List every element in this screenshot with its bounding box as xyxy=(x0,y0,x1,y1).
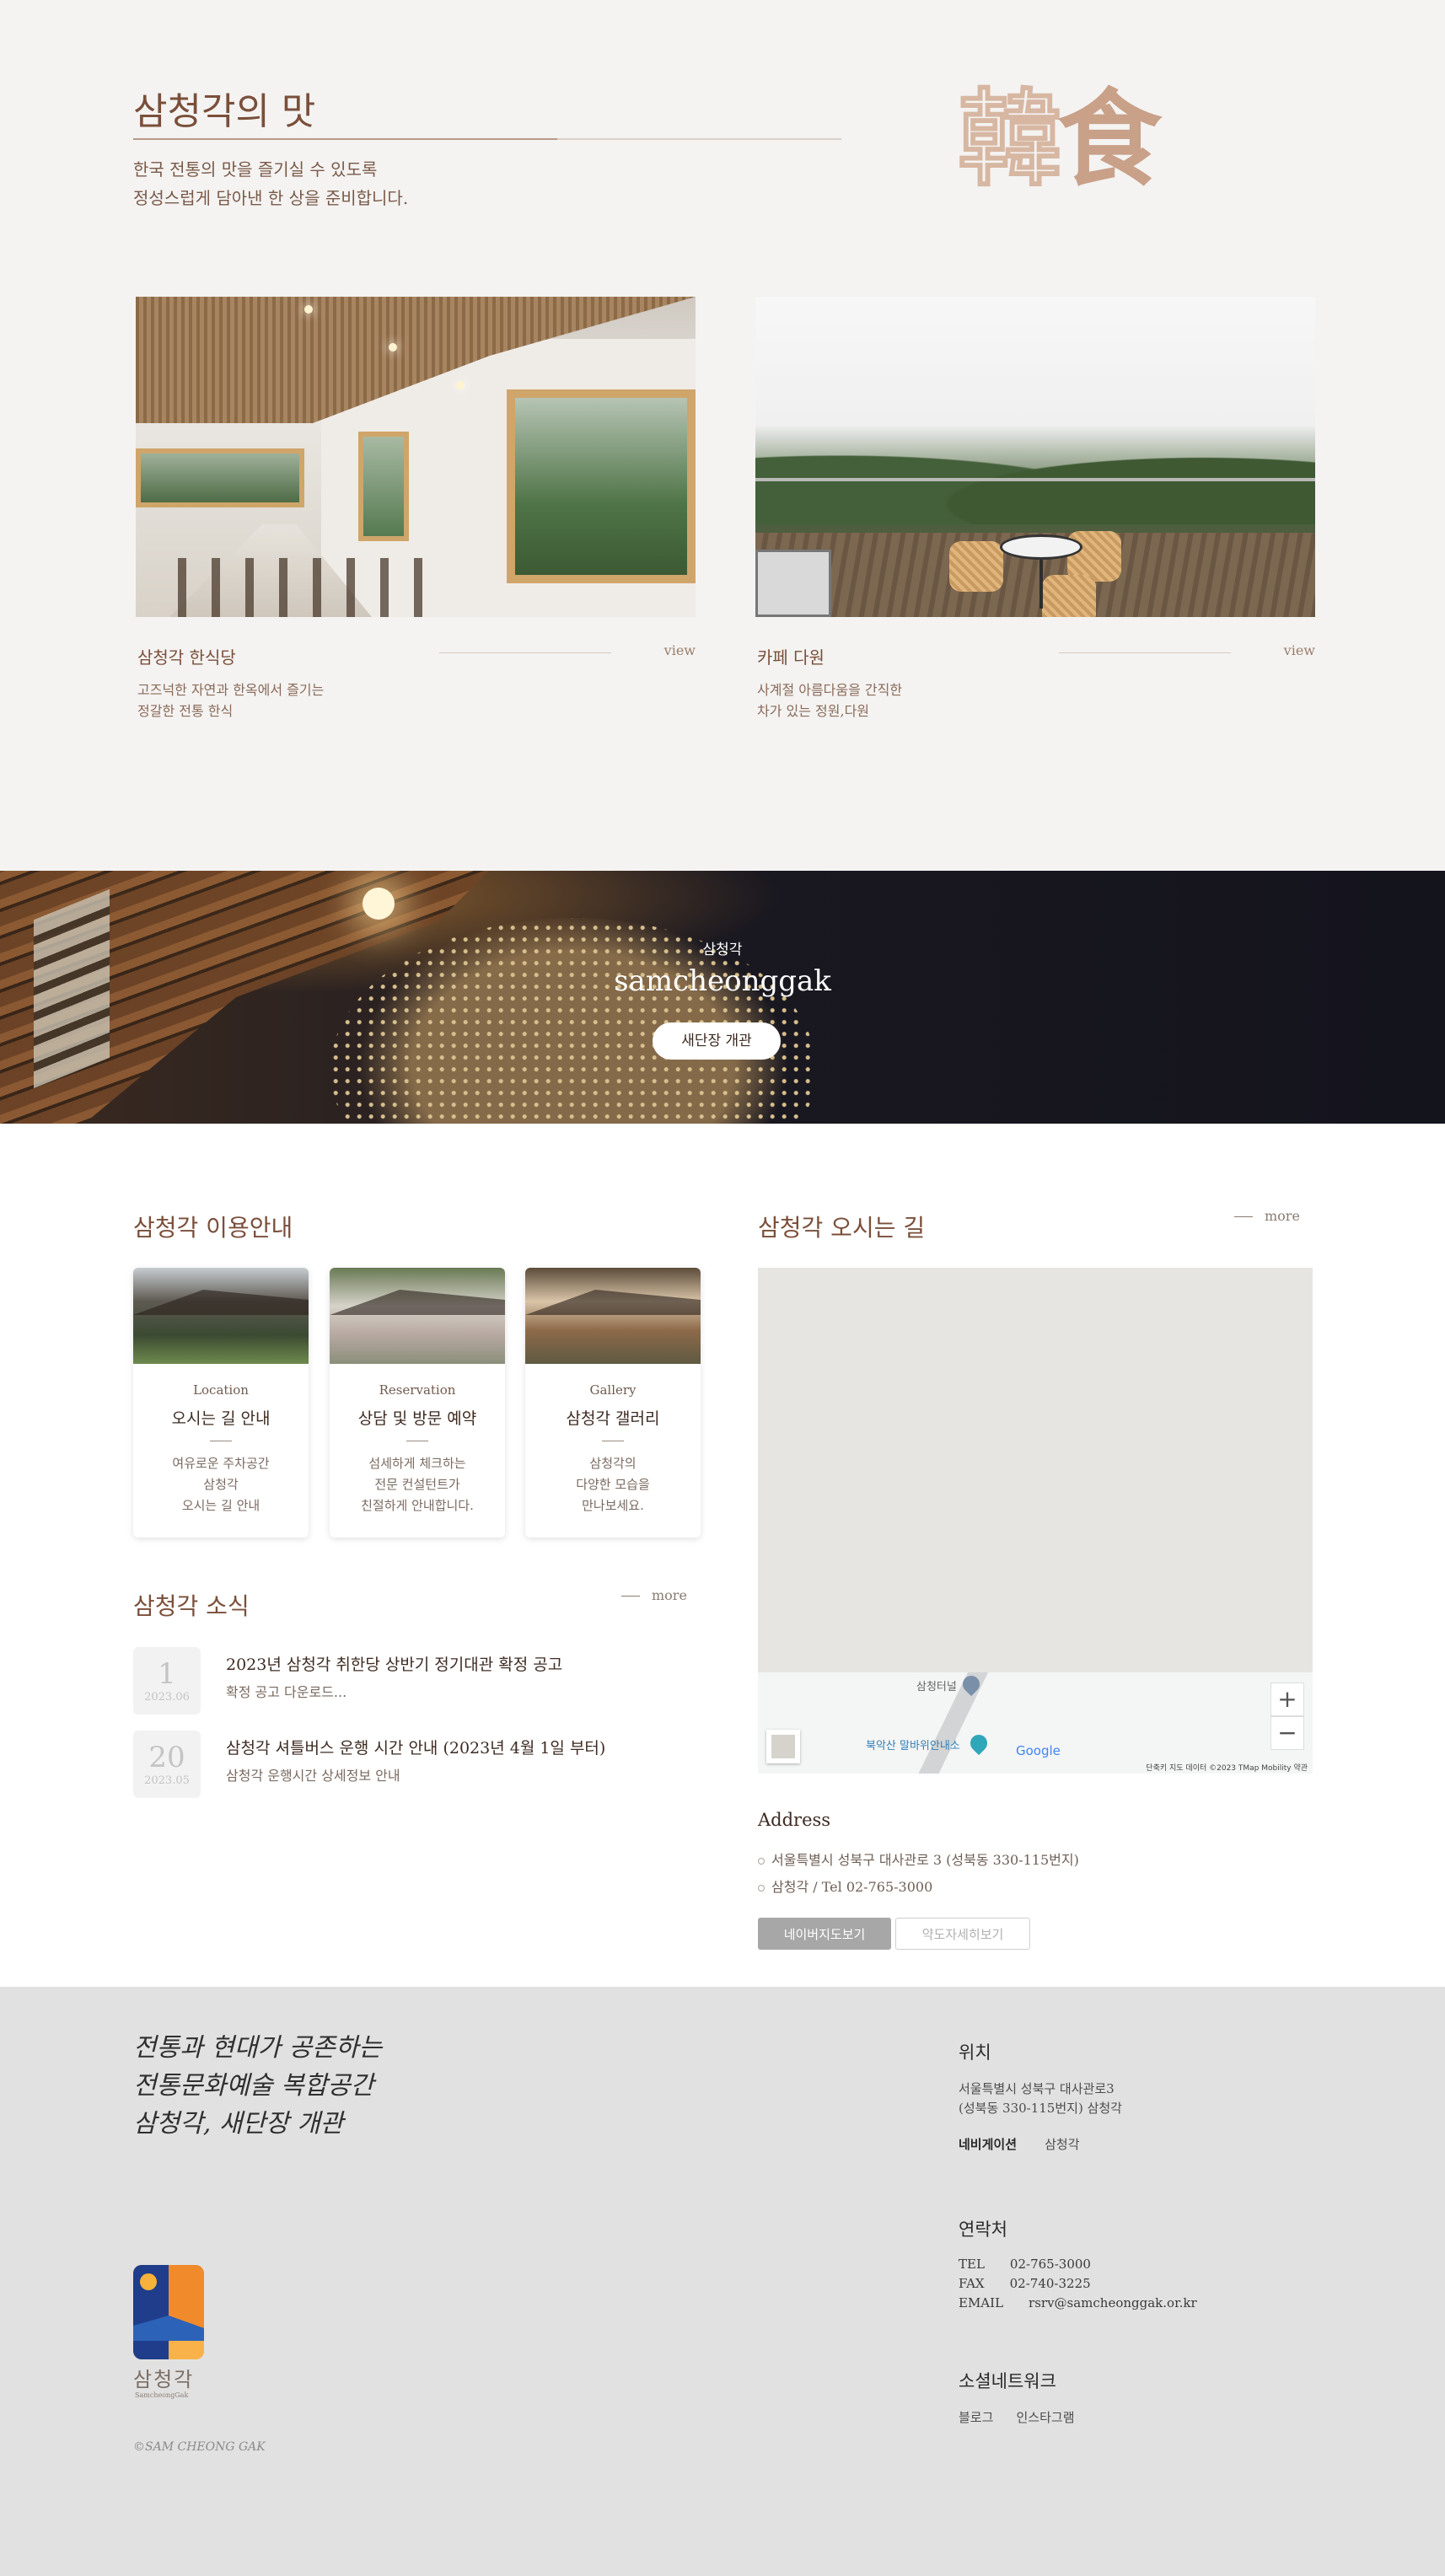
blog-link[interactable]: 블로그 xyxy=(959,2410,993,2425)
info-section: 삼청각 이용안내 Location 오시는 길 안내 여유로운 주차공간 삼청각… xyxy=(0,1124,1445,1987)
footer-slogan: 전통과 현대가 공존하는 전통문화예술 복합공간 삼청각, 새단장 개관 xyxy=(133,2033,383,2139)
fax-label: FAX xyxy=(959,2276,985,2291)
site-footer: 전통과 현대가 공존하는 전통문화예술 복합공간 삼청각, 새단장 개관 삼청각… xyxy=(0,1987,1445,2576)
reservation-description: 섬세하게 체크하는 전문 컨설턴트가 친절하게 안내합니다. xyxy=(361,1456,474,1513)
taste-title: 삼청각의 맛 xyxy=(133,90,316,133)
cafe-view-link[interactable]: view xyxy=(1284,642,1315,658)
news-day: 1 xyxy=(158,1657,176,1691)
card-rule xyxy=(439,652,611,653)
taste-description: 한국 전통의 맛을 즐기실 수 있도록 정성스럽게 담아낸 한 상을 준비합니다… xyxy=(133,159,409,208)
gallery-photo xyxy=(525,1268,701,1364)
samcheonggak-logo[interactable] xyxy=(133,2265,204,2359)
location-photo xyxy=(133,1268,309,1364)
reopening-banner: 삼청각 samcheonggak 새단장 개관 xyxy=(0,871,1445,1124)
location-card[interactable]: Location 오시는 길 안내 여유로운 주차공간 삼청각 오시는 길 안내 xyxy=(133,1268,309,1538)
taste-section: 삼청각의 맛 한국 전통의 맛을 즐기실 수 있도록 정성스럽게 담아낸 한 상… xyxy=(0,0,1445,871)
location-title: 오시는 길 안내 xyxy=(171,1409,271,1428)
social-heading: 소셜네트워크 xyxy=(959,2371,1056,2391)
news-day: 20 xyxy=(148,1741,185,1774)
news-more-link[interactable]: more xyxy=(621,1587,687,1603)
location-text: 서울특별시 성북구 대사관로3 (성북동 330-115번지) 삼청각 xyxy=(959,2081,1122,2116)
news-title: 삼청각 소식 xyxy=(133,1592,250,1620)
naver-map-button[interactable]: 네이버지도보기 xyxy=(758,1918,891,1950)
tel-value[interactable]: 02-765-3000 xyxy=(1010,2257,1091,2272)
email-value[interactable]: rsrv@samcheonggak.or.kr xyxy=(1029,2295,1197,2310)
map-attribution[interactable]: 단축키 지도 데이터 ©2023 TMap Mobility 약관 xyxy=(1146,1762,1308,1773)
news-headline[interactable]: 2023년 삼청각 취한당 상반기 정기대관 확정 공고 xyxy=(226,1652,562,1675)
instagram-link[interactable]: 인스타그램 xyxy=(1017,2410,1075,2425)
cafe-description: 사계절 아름다움을 간직한 차가 있는 정원,다원 xyxy=(757,682,903,719)
address-heading: Address xyxy=(758,1810,831,1830)
gallery-title: 삼청각 갤러리 xyxy=(566,1409,660,1428)
directions-title: 삼청각 오시는 길 xyxy=(758,1214,926,1242)
copyright: ©SAM CHEONG GAK xyxy=(133,2440,266,2454)
tel-label: TEL xyxy=(959,2257,985,2272)
social-links: 블로그 인스타그램 xyxy=(959,2408,1093,2426)
news-summary: 삼청각 운행시간 상세정보 안내 xyxy=(226,1768,400,1784)
location-en: Location xyxy=(193,1382,249,1398)
gallery-card[interactable]: Gallery 삼청각 갤러리 삼청각의 다양한 모습을 만나보세요. xyxy=(525,1268,701,1538)
hanja-sik: 食 xyxy=(1057,78,1162,201)
contact-tel: TEL 02-765-3000 xyxy=(959,2255,1197,2274)
logo-wordmark: 삼청각 xyxy=(133,2368,195,2391)
news-month: 2023.06 xyxy=(144,1691,190,1704)
address-phone: 삼청각 / Tel 02-765-3000 xyxy=(758,1876,932,1896)
footer-contact: 연락처 TEL 02-765-3000 FAX 02-740-3225 EMAIL r… xyxy=(959,2216,1197,2313)
news-date-badge: 20 2023.05 xyxy=(133,1731,201,1798)
directions-more-link[interactable]: more xyxy=(1234,1208,1300,1224)
gallery-description: 삼청각의 다양한 모습을 만나보세요. xyxy=(576,1456,650,1513)
restaurant-photo[interactable] xyxy=(136,297,696,617)
news-item[interactable]: 1 2023.06 2023년 삼청각 취한당 상반기 정기대관 확정 공고 확… xyxy=(133,1647,690,1718)
map-label-tunnel: 삼청터널 xyxy=(916,1681,957,1693)
reservation-photo xyxy=(330,1268,505,1364)
banner-title: samcheonggak xyxy=(614,964,831,998)
navigation-value[interactable]: 삼청각 xyxy=(1045,2137,1079,2152)
news-headline[interactable]: 삼청각 셔틀버스 운행 시간 안내 (2023년 4월 1일 부터) xyxy=(226,1736,605,1758)
location-heading: 위치 xyxy=(959,2042,991,2063)
reservation-en: Reservation xyxy=(379,1382,456,1398)
location-map[interactable]: 삼청터널 북악산 말바위안내소 Google + − 단축키 지도 데이터 ©2… xyxy=(758,1268,1313,1774)
hanja-han: 韓 xyxy=(957,78,1063,201)
cafe-photo[interactable] xyxy=(755,297,1315,617)
detailed-map-button[interactable]: 약도자세히보기 xyxy=(895,1918,1030,1950)
contact-heading: 연락처 xyxy=(959,2219,1007,2240)
card-rule xyxy=(1059,652,1231,653)
banner-eyebrow: 삼청각 xyxy=(702,942,743,958)
cafe-card[interactable]: 카페 다원 view 사계절 아름다움을 간직한 차가 있는 정원,다원 xyxy=(755,297,1315,719)
restaurant-description: 고즈넉한 자연과 한옥에서 즐기는 정갈한 전통 한식 xyxy=(137,682,325,719)
taste-divider xyxy=(133,138,841,140)
google-logo: Google xyxy=(1016,1743,1061,1758)
location-description: 여유로운 주차공간 삼청각 오시는 길 안내 xyxy=(172,1456,270,1513)
contact-email: EMAIL rsrv@samcheonggak.or.kr xyxy=(959,2294,1197,2313)
restaurant-title[interactable]: 삼청각 한식당 xyxy=(137,644,236,668)
map-type-toggle[interactable] xyxy=(766,1730,800,1763)
fax-value: 02-740-3225 xyxy=(1009,2276,1091,2291)
address-line: 서울특별시 성북구 대사관로 3 (성북동 330-115번지) xyxy=(758,1849,1079,1869)
news-month: 2023.05 xyxy=(144,1774,190,1787)
news-item[interactable]: 20 2023.05 삼청각 셔틀버스 운행 시간 안내 (2023년 4월 1… xyxy=(133,1731,690,1801)
zoom-in-button[interactable]: + xyxy=(1270,1682,1304,1716)
news-date-badge: 1 2023.06 xyxy=(133,1647,201,1715)
reservation-card[interactable]: Reservation 상담 및 방문 예약 섬세하게 체크하는 전문 컨설턴트… xyxy=(330,1268,505,1538)
email-label: EMAIL xyxy=(959,2295,1004,2310)
navigation-label: 네비게이션 xyxy=(959,2137,1018,2152)
footer-social: 소셜네트워크 블로그 인스타그램 xyxy=(959,2368,1093,2426)
restaurant-card[interactable]: 삼청각 한식당 view 고즈넉한 자연과 한옥에서 즐기는 정갈한 전통 한식 xyxy=(136,297,696,719)
reservation-title: 상담 및 방문 예약 xyxy=(357,1409,477,1428)
logo-subtext: SamcheongGak xyxy=(135,2391,189,2399)
banner-lamp-image xyxy=(363,888,395,920)
restaurant-view-link[interactable]: view xyxy=(664,642,696,658)
cafe-title[interactable]: 카페 다원 xyxy=(757,644,825,668)
hanja-logo: 韓食 xyxy=(957,87,1162,193)
map-label-info-center: 북악산 말바위안내소 xyxy=(866,1740,960,1752)
news-summary: 확정 공고 다운로드... xyxy=(226,1684,347,1700)
gallery-en: Gallery xyxy=(589,1382,637,1398)
map-tiles[interactable] xyxy=(758,1672,1313,1774)
reopening-button[interactable]: 새단장 개관 xyxy=(653,1022,781,1060)
navigation-row: 네비게이션 삼청각 xyxy=(959,2135,1122,2153)
guide-title: 삼청각 이용안내 xyxy=(133,1214,293,1242)
footer-location: 위치 서울특별시 성북구 대사관로3 (성북동 330-115번지) 삼청각 네… xyxy=(959,2039,1122,2153)
zoom-out-button[interactable]: − xyxy=(1270,1716,1304,1750)
contact-fax: FAX 02-740-3225 xyxy=(959,2274,1197,2294)
